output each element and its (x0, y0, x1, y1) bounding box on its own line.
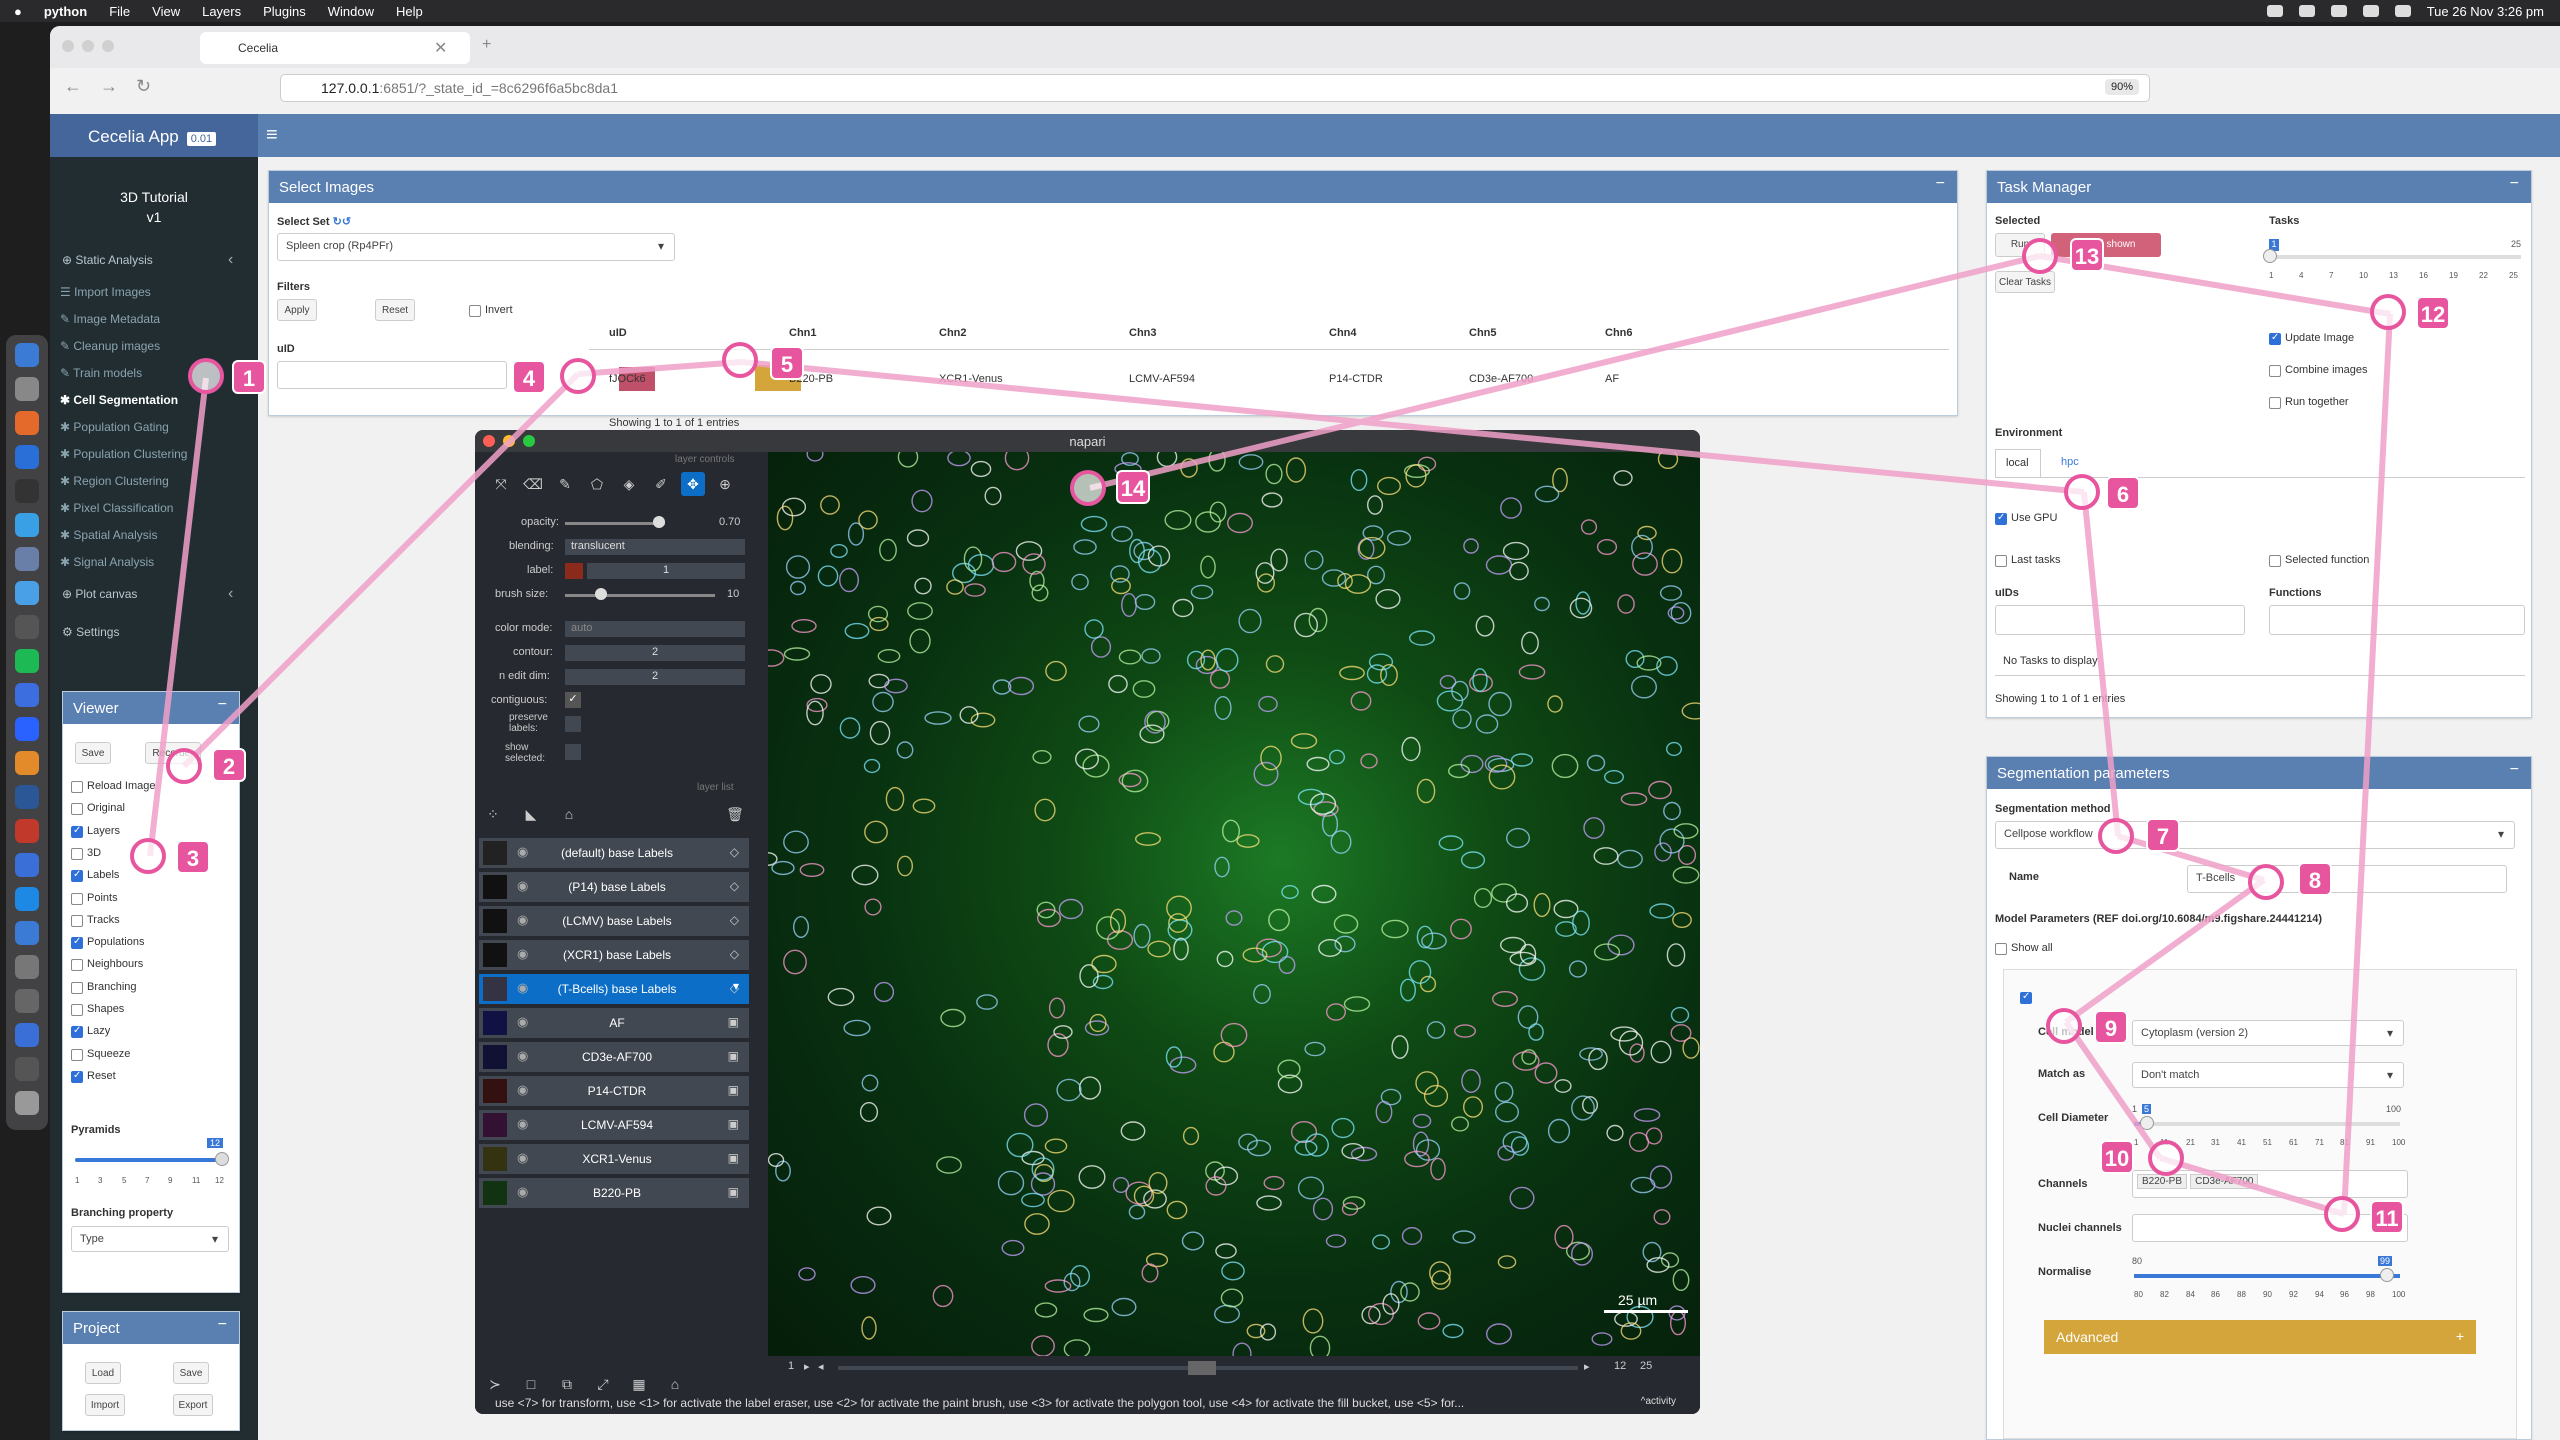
annotation-line (2064, 877, 2266, 1025)
annotation-ring (2324, 1196, 2360, 1232)
annotation-ring (2098, 818, 2134, 854)
annotation-line (741, 359, 2085, 495)
annotation-lines (147, 253, 2393, 1217)
annotation-line (147, 377, 209, 857)
annotation-ring (2046, 1008, 2082, 1044)
annotation-ring (188, 358, 224, 394)
annotation-number: 11 (2370, 1200, 2404, 1234)
annotation-number: 9 (2094, 1010, 2128, 1044)
annotation-number: 6 (2106, 476, 2140, 510)
annotation-ring (560, 358, 596, 394)
annotation-number: 2 (212, 748, 246, 782)
annotation-line (2341, 313, 2393, 1215)
annotation-line (2081, 491, 2121, 837)
annotation-number: 1 (232, 360, 266, 394)
annotation-ring (722, 342, 758, 378)
annotation-line (577, 359, 743, 377)
annotation-number: 4 (512, 360, 546, 394)
annotation-line (2159, 1155, 2345, 1217)
annotation-number: 14 (1116, 470, 1150, 504)
annotation-line (2117, 833, 2265, 883)
annotation-line (1089, 253, 2041, 491)
annotation-number: 13 (2070, 238, 2104, 272)
annotation-number: 12 (2416, 296, 2450, 330)
annotation-line (181, 371, 581, 769)
annotation-ring (130, 838, 166, 874)
annotation-ring (1070, 470, 1106, 506)
annotation-ring (2148, 1140, 2184, 1176)
annotation-number: 3 (176, 840, 210, 874)
annotation-ring (2370, 294, 2406, 330)
annotation-number: 10 (2100, 1140, 2134, 1174)
annotation-ring (166, 748, 202, 784)
annotation-ring (2064, 474, 2100, 510)
annotation-ring (2022, 238, 2058, 274)
annotation-number: 7 (2146, 818, 2180, 852)
annotation-ring (2248, 864, 2284, 900)
annotation-number: 5 (770, 346, 804, 380)
annotation-number: 8 (2298, 862, 2332, 896)
